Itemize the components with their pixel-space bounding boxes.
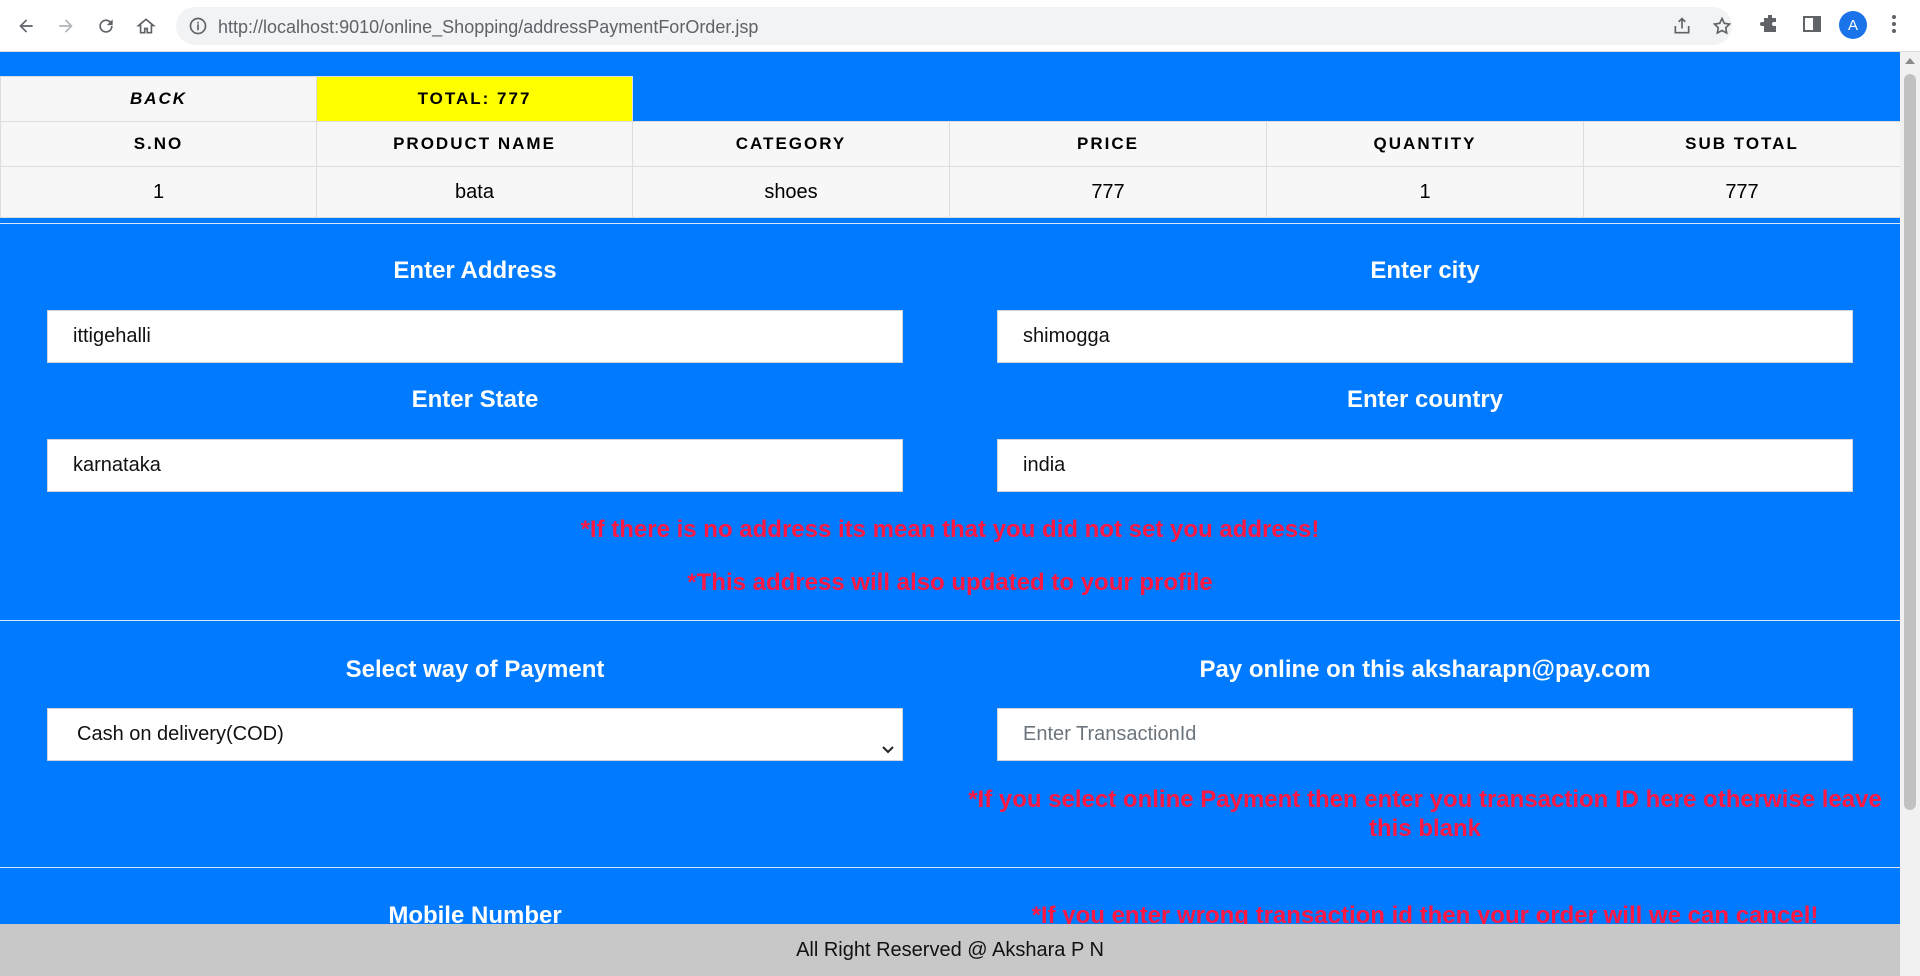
state-input[interactable]: karnataka [47, 439, 903, 492]
address-label: Enter Address [393, 257, 557, 284]
page-content: BACK TOTAL: 777 S.NO PRODUCT NAME CATEGORY… [0, 52, 1900, 924]
city-label: Enter city [1370, 257, 1480, 284]
payment-method-label: Select way of Payment [345, 656, 605, 683]
city-input[interactable]: shimogga [997, 310, 1853, 363]
section-divider [0, 223, 1900, 224]
url-path: :9010/online_Shopping/addressPaymentForO… [334, 17, 759, 37]
transaction-id-input[interactable]: Enter TransactionId [997, 708, 1853, 761]
country-label: Enter country [1346, 386, 1504, 413]
browser-toolbar: http://localhost:9010/online_Shopping/ad… [0, 0, 1920, 52]
back-arrow-icon[interactable] [10, 10, 42, 42]
wrong-transaction-warning: *If you enter wrong transaction id then … [1031, 902, 1819, 924]
kebab-menu-icon[interactable] [1882, 12, 1906, 36]
state-label: Enter State [411, 386, 539, 413]
country-input[interactable]: india [997, 439, 1853, 492]
table-cell: 777 [949, 166, 1267, 218]
scroll-up-icon[interactable] [1905, 58, 1915, 64]
column-header: CATEGORY [632, 121, 950, 167]
reload-icon[interactable] [90, 10, 122, 42]
column-header: S.NO [0, 121, 317, 167]
table-cell: shoes [632, 166, 950, 218]
forward-arrow-icon[interactable] [50, 10, 82, 42]
table-cell: 777 [1583, 166, 1900, 218]
address-warning: *If there is no address its mean that yo… [580, 516, 1320, 543]
side-panel-icon[interactable] [1800, 12, 1824, 36]
mobile-number-label: Mobile Number [388, 902, 562, 924]
address-input[interactable]: ittigehalli [47, 310, 903, 363]
address-bar[interactable]: http://localhost:9010/online_Shopping/ad… [176, 7, 1732, 45]
pay-online-label: Pay online on this aksharapn@pay.com [1199, 656, 1651, 683]
order-table: BACK TOTAL: 777 S.NO PRODUCT NAME CATEGORY… [0, 76, 1900, 218]
extensions-icon[interactable] [1758, 12, 1782, 36]
bookmark-star-icon[interactable] [1712, 16, 1732, 36]
share-icon[interactable] [1672, 16, 1692, 36]
table-header-row: S.NO PRODUCT NAME CATEGORY PRICE QUANTITY SUB… [0, 121, 1900, 167]
footer: All Right Reserved @ Akshara P N [0, 924, 1900, 976]
table-row: 1 bata shoes 777 1 777 [0, 166, 1900, 218]
payment-method-value: Cash on delivery(COD) [77, 723, 284, 745]
url-host: http://localhost [218, 17, 335, 37]
url-text: http://localhost:9010/online_Shopping/ad… [218, 17, 758, 38]
column-header: QUANTITY [1266, 121, 1584, 167]
table-body: 1 bata shoes 777 1 777 [0, 166, 1900, 218]
back-link[interactable]: BACK [0, 76, 317, 122]
column-header: SUB TOTAL [1583, 121, 1900, 167]
page-scrollbar[interactable] [1900, 52, 1920, 976]
table-cell: 1 [1266, 166, 1584, 218]
chevron-down-icon [880, 726, 896, 754]
scrollbar-thumb[interactable] [1904, 74, 1916, 810]
order-total: TOTAL: 777 [316, 76, 633, 122]
column-header: PRODUCT NAME [316, 121, 633, 167]
section-divider [0, 620, 1900, 621]
section-divider [0, 867, 1900, 868]
table-cell: 1 [0, 166, 317, 218]
home-icon[interactable] [130, 10, 162, 42]
site-info-icon[interactable] [188, 16, 208, 36]
profile-avatar[interactable]: A [1839, 11, 1867, 39]
transaction-warning: *If you select online Payment then enter… [968, 786, 1882, 842]
table-cell: bata [316, 166, 633, 218]
profile-update-warning: *This address will also updated to your … [687, 569, 1213, 596]
blank-header-space [632, 76, 1900, 122]
payment-method-select[interactable]: Cash on delivery(COD) [47, 708, 903, 761]
column-header: PRICE [949, 121, 1267, 167]
